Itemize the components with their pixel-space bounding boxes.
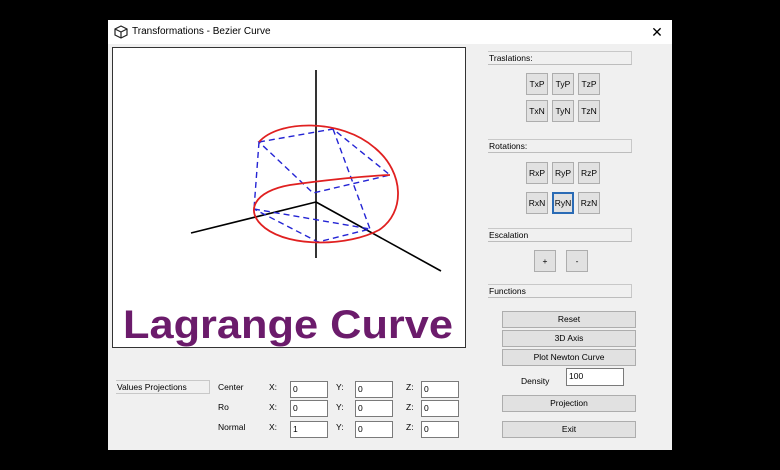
cube-icon	[114, 25, 128, 39]
values-projections-header: Values Projections	[116, 380, 210, 394]
tyn-button[interactable]: TyN	[552, 100, 574, 122]
center-z-label: Z:	[406, 382, 414, 392]
normal-z-label: Z:	[406, 422, 414, 432]
rzn-button[interactable]: RzN	[578, 192, 600, 214]
center-x-field[interactable]: 0	[290, 381, 328, 398]
normal-y-field[interactable]: 0	[355, 421, 393, 438]
normal-label: Normal	[218, 422, 246, 432]
center-z-field[interactable]: 0	[421, 381, 459, 398]
scale-up-button[interactable]: +	[534, 250, 556, 272]
escalation-header: Escalation	[488, 228, 632, 242]
ro-x-field[interactable]: 0	[290, 400, 328, 417]
ro-x-label: X:	[269, 402, 278, 412]
rzp-button[interactable]: RzP	[578, 162, 600, 184]
bezier-curve	[253, 124, 399, 244]
3d-axis-button[interactable]: 3D Axis	[502, 330, 636, 347]
density-field[interactable]: 100	[566, 368, 624, 386]
center-x-label: X:	[269, 382, 278, 392]
ro-y-label: Y:	[336, 402, 344, 412]
txn-button[interactable]: TxN	[526, 100, 548, 122]
rxn-button[interactable]: RxN	[526, 192, 548, 214]
center-y-label: Y:	[336, 382, 344, 392]
curve-plot: Lagrange Curve	[123, 70, 453, 347]
ro-z-field[interactable]: 0	[421, 400, 459, 417]
normal-y-label: Y:	[336, 422, 344, 432]
title-bar: Transformations - Bezier Curve ✕	[108, 20, 672, 44]
drawing-canvas: Lagrange Curve	[112, 47, 466, 348]
ro-z-label: Z:	[406, 402, 414, 412]
tzn-button[interactable]: TzN	[578, 100, 600, 122]
main-window: Transformations - Bezier Curve ✕ Lagrang…	[108, 20, 672, 450]
projection-button[interactable]: Projection	[502, 395, 636, 412]
canvas-caption: Lagrange Curve	[123, 303, 453, 347]
close-button[interactable]: ✕	[642, 20, 672, 44]
normal-x-field[interactable]: 1	[290, 421, 328, 438]
normal-x-label: X:	[269, 422, 278, 432]
translations-header: Traslations:	[488, 51, 632, 65]
ro-label: Ro	[218, 402, 229, 412]
ryn-button[interactable]: RyN	[552, 192, 574, 214]
functions-header: Functions	[488, 284, 632, 298]
density-label: Density	[521, 376, 550, 386]
exit-button[interactable]: Exit	[502, 421, 636, 438]
ro-y-field[interactable]: 0	[355, 400, 393, 417]
normal-z-field[interactable]: 0	[421, 421, 459, 438]
typ-button[interactable]: TyP	[552, 73, 574, 95]
ryp-button[interactable]: RyP	[552, 162, 574, 184]
control-polygon-lower	[253, 141, 371, 243]
reset-button[interactable]: Reset	[502, 311, 636, 328]
axis-right	[315, 201, 442, 272]
txp-button[interactable]: TxP	[526, 73, 548, 95]
center-label: Center	[218, 382, 244, 392]
window-title: Transformations - Bezier Curve	[132, 26, 271, 37]
rxp-button[interactable]: RxP	[526, 162, 548, 184]
tzp-button[interactable]: TzP	[578, 73, 600, 95]
center-y-field[interactable]: 0	[355, 381, 393, 398]
plot-newton-curve-button[interactable]: Plot Newton Curve	[502, 349, 636, 366]
scale-down-button[interactable]: -	[566, 250, 588, 272]
rotations-header: Rotations:	[488, 139, 632, 153]
